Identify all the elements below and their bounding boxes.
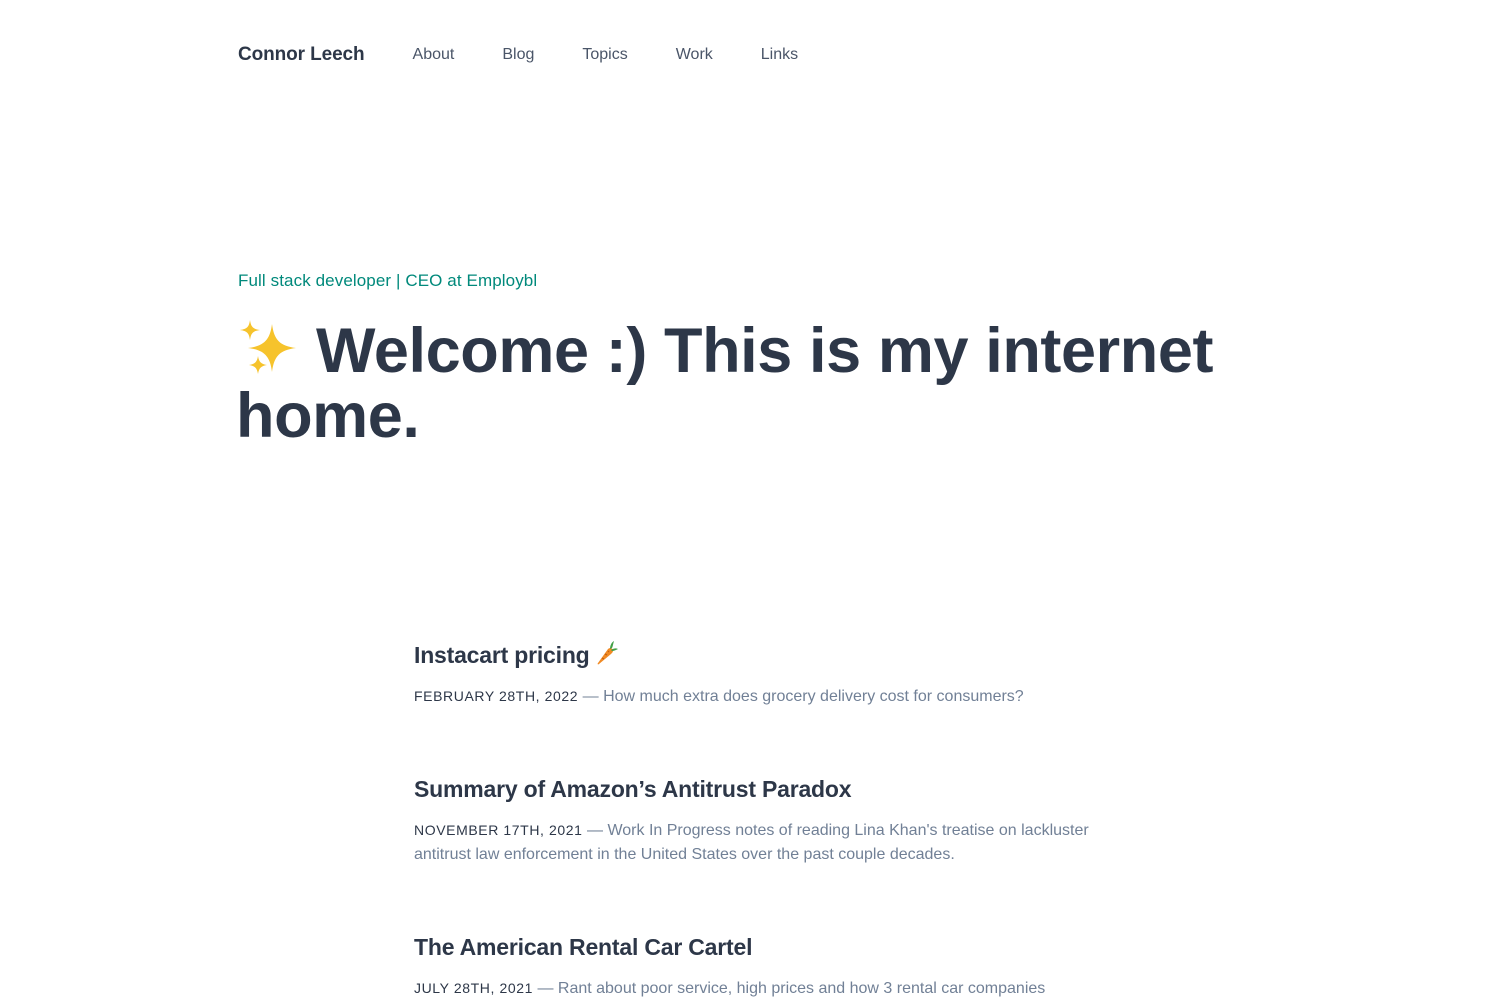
site-header: Connor Leech About Blog Topics Work Link… — [238, 40, 846, 70]
nav-link-links[interactable]: Links — [761, 46, 798, 64]
hero-title-text: Welcome :) This is my internet home. — [236, 316, 1214, 451]
post-separator: — — [582, 822, 608, 839]
site-brand-link[interactable]: Connor Leech — [238, 44, 365, 66]
post-separator: — — [533, 980, 558, 997]
post-title-link[interactable]: Instacart pricing — [414, 642, 590, 668]
post-item: Summary of Amazon’s Antitrust Paradox No… — [414, 774, 1094, 867]
sparkles-icon — [236, 318, 304, 378]
post-summary: Rant about poor service, high prices and… — [557, 980, 1046, 997]
post-date: February 28th, 2022 — [414, 688, 579, 704]
post-title: Instacart pricing — [414, 640, 1094, 670]
nav-link-blog[interactable]: Blog — [502, 46, 534, 64]
hero-tagline: Full stack developer | CEO at Employbl — [238, 271, 538, 290]
post-summary: How much extra does grocery delivery cos… — [603, 688, 1024, 705]
hero-title: Welcome :) This is my internet home. — [236, 318, 1296, 449]
post-meta: November 17th, 2021 — Work In Progress n… — [414, 818, 1094, 867]
post-date: November 17th, 2021 — [414, 822, 583, 838]
post-meta: July 28th, 2021 — Rant about poor servic… — [414, 976, 1094, 1001]
carrot-icon — [594, 640, 618, 666]
nav-link-about[interactable]: About — [413, 46, 455, 64]
post-meta: February 28th, 2022 — How much extra doe… — [414, 684, 1094, 709]
post-title-link[interactable]: The American Rental Car Cartel — [414, 934, 752, 960]
post-date: July 28th, 2021 — [414, 980, 533, 996]
nav-link-topics[interactable]: Topics — [582, 46, 627, 64]
post-title: The American Rental Car Cartel — [414, 932, 1094, 962]
post-title-link[interactable]: Summary of Amazon’s Antitrust Paradox — [414, 776, 852, 802]
post-item: The American Rental Car Cartel July 28th… — [414, 932, 1094, 1001]
post-title: Summary of Amazon’s Antitrust Paradox — [414, 774, 1094, 804]
post-separator: — — [578, 688, 604, 705]
post-item: Instacart pricing February 28th, 2022 — … — [414, 640, 1094, 709]
nav-link-work[interactable]: Work — [676, 46, 713, 64]
